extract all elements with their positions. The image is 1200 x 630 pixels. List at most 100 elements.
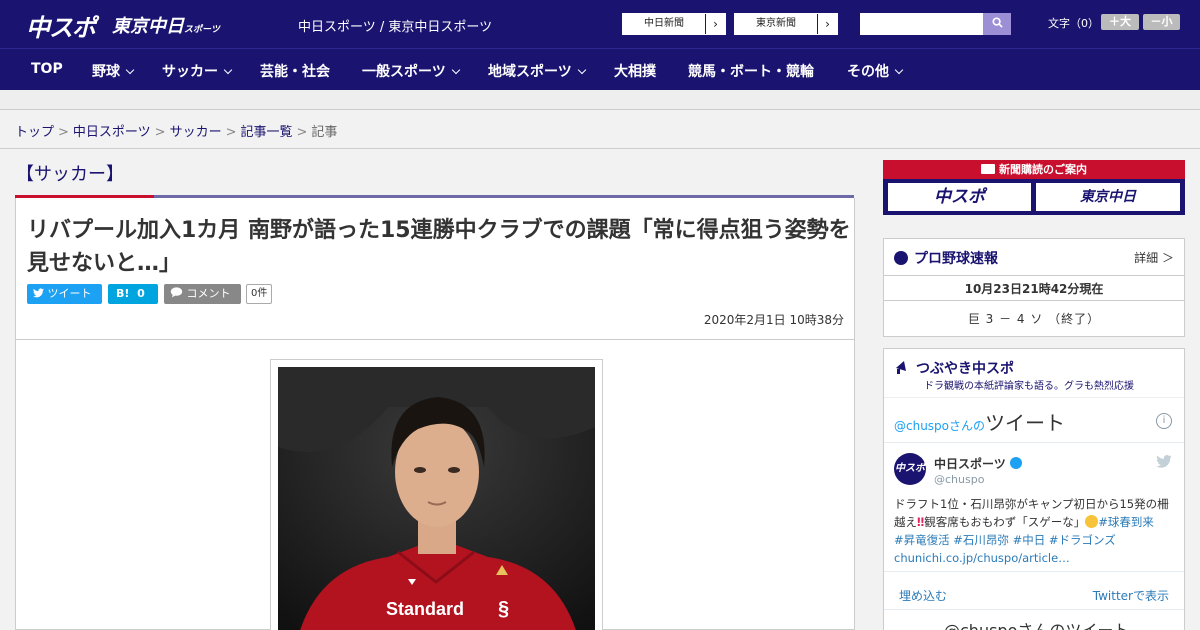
chevron-down-icon xyxy=(125,65,135,75)
divider xyxy=(884,442,1184,443)
publish-date: 2020年2月1日 10時38分 xyxy=(703,313,844,327)
speech-bubble-icon xyxy=(170,287,183,298)
divider xyxy=(884,275,1184,276)
article-photo[interactable]: Standard § xyxy=(278,367,595,630)
promo-tokyo-logo[interactable]: 東京中日 xyxy=(1036,183,1180,211)
divider xyxy=(0,148,1200,149)
divider xyxy=(884,300,1184,301)
comment-count: 0件 xyxy=(246,284,273,304)
category-title: 【サッカー】 xyxy=(16,164,124,185)
comment-label: コメント xyxy=(186,287,231,300)
hatena-bookmark-button[interactable]: B! 0 xyxy=(108,284,158,304)
nav-item-entertainment[interactable]: 芸能・社会 xyxy=(260,61,330,81)
site-link[interactable]: 中日スポーツ / 東京中日スポーツ xyxy=(298,16,492,35)
nav-label: 一般スポーツ xyxy=(362,64,446,80)
info-icon[interactable]: i xyxy=(1156,413,1172,429)
top-bar: 中スポ 東京中日スポーツ 中日スポーツ / 東京中日スポーツ 中日新聞 › 東京… xyxy=(0,0,1200,48)
chuspo-logo[interactable]: 中スポ xyxy=(26,8,96,43)
tokyo-shimbun-label: 東京新聞 xyxy=(756,18,796,29)
tweet-button[interactable]: ツイート xyxy=(27,284,102,304)
search-input[interactable] xyxy=(860,13,983,35)
tweet-account-handle[interactable]: @chuspo xyxy=(934,473,984,486)
baseball-detail-link[interactable]: 詳細 ＞ xyxy=(1134,249,1174,266)
verified-badge-icon xyxy=(1009,457,1022,469)
breadcrumb-chunichi-sports[interactable]: 中日スポーツ xyxy=(73,125,151,140)
baseball-icon xyxy=(894,251,908,265)
chevron-down-icon xyxy=(451,65,460,75)
tsubuyaki-title: つぶやき中スポ xyxy=(894,358,1014,378)
font-size-label: 文字（0） xyxy=(1048,17,1099,30)
nav-item-racing[interactable]: 競馬・ボート・競輪 xyxy=(688,61,814,81)
tsubuyaki-title-text: つぶやき中スポ xyxy=(916,361,1014,377)
tweet-text-part: 観客席もおもわず「スゲーな」 xyxy=(924,515,1086,529)
nav-item-baseball[interactable]: 野球 xyxy=(92,61,135,81)
chevron-down-icon xyxy=(894,65,904,75)
breadcrumb-separator: > xyxy=(225,125,237,140)
svg-text:Standard: Standard xyxy=(386,599,464,619)
avatar[interactable]: 中スポ xyxy=(894,453,926,485)
chunichi-shimbun-button[interactable]: 中日新聞 › xyxy=(622,13,726,35)
tweet-text: ドラフト1位・石川昂弥がキャンプ初日から15発の柵越え‼観客席もおもわず「スゲー… xyxy=(894,495,1179,567)
nav-label: サッカー xyxy=(162,64,218,80)
nav-item-general-sports[interactable]: 一般スポーツ xyxy=(362,61,460,81)
nav-item-other[interactable]: その他 xyxy=(847,61,904,81)
chunichi-shimbun-label: 中日新聞 xyxy=(644,18,684,29)
tokyo-chunichi-logo[interactable]: 東京中日スポーツ xyxy=(112,12,220,38)
nav-label: TOP xyxy=(31,61,63,77)
breadcrumb-top[interactable]: トップ xyxy=(15,125,54,140)
tweet-account-name[interactable]: 中日スポーツ xyxy=(934,455,1022,472)
font-smaller-button[interactable]: －小 xyxy=(1143,14,1180,30)
tweets-prefix[interactable]: @chuspoさんの xyxy=(894,419,985,433)
tsubuyaki-subtitle: ドラ観戦の本紙評論家も語る。グラも熱烈応援 xyxy=(924,381,1134,392)
article-headline: リバプール加入1カ月 南野が語った15連勝中クラブでの課題「常に得点狙う姿勢を見… xyxy=(27,218,851,276)
promo-chuspo-logo[interactable]: 中スポ xyxy=(888,183,1031,211)
nav-label: 地域スポーツ xyxy=(488,64,572,80)
chevron-right-icon: › xyxy=(705,14,725,34)
tokyo-logo-text: 東京中日 xyxy=(112,16,184,37)
subscription-banner[interactable]: 新聞購読のご案内 中スポ 東京中日 xyxy=(883,160,1185,215)
breadcrumb-soccer[interactable]: サッカー xyxy=(170,125,222,140)
tweet-label: ツイート xyxy=(47,287,92,300)
breadcrumb-separator: > xyxy=(154,125,166,140)
twitter-bird-icon xyxy=(33,288,44,298)
newspaper-icon xyxy=(981,164,995,174)
breadcrumb-current: 記事 xyxy=(311,125,338,140)
baseball-score[interactable]: 巨 3 － 4 ソ （終了） xyxy=(884,310,1184,327)
ad-strip xyxy=(0,90,1200,110)
breadcrumb-separator: > xyxy=(296,125,308,140)
nav-item-sumo[interactable]: 大相撲 xyxy=(614,61,656,81)
hashtag-links[interactable]: #昇竜復活 #石川昂弥 #中日 #ドラゴンズ xyxy=(894,533,1116,547)
main-nav: TOP 野球 サッカー 芸能・社会 一般スポーツ 地域スポーツ 大相撲 競馬・ボ… xyxy=(0,48,1200,90)
star-eyes-emoji-icon xyxy=(1085,515,1099,528)
nav-label: 競馬・ボート・競輪 xyxy=(688,64,814,80)
nav-label: 芸能・社会 xyxy=(260,64,330,80)
chevron-right-icon: › xyxy=(817,14,837,34)
tokyo-shimbun-button[interactable]: 東京新聞 › xyxy=(734,13,838,35)
twitter-bird-icon[interactable] xyxy=(1156,455,1172,472)
subscription-title-text: 新聞購読のご案内 xyxy=(999,163,1087,176)
nav-item-soccer[interactable]: サッカー xyxy=(162,61,233,81)
comment-button[interactable]: コメント xyxy=(164,284,241,304)
nav-label: 大相撲 xyxy=(614,64,656,80)
tweets-title: ツイート xyxy=(985,411,1066,435)
player-photo-illustration: Standard § xyxy=(278,367,595,630)
font-bigger-button[interactable]: ＋大 xyxy=(1101,14,1139,30)
breadcrumb-article-list[interactable]: 記事一覧 xyxy=(241,125,293,140)
article-photo-frame: Standard § xyxy=(270,359,603,630)
baseball-scores-widget: プロ野球速報 詳細 ＞ 10月23日21時42分現在 巨 3 － 4 ソ （終了… xyxy=(883,238,1185,337)
search-button[interactable] xyxy=(983,13,1011,35)
search-icon xyxy=(991,17,1003,28)
baseball-title: プロ野球速報 xyxy=(894,248,998,268)
tokyo-logo-small: スポーツ xyxy=(184,25,220,35)
account-name-text: 中日スポーツ xyxy=(934,457,1006,471)
nav-item-top[interactable]: TOP xyxy=(31,61,63,77)
view-on-twitter-link[interactable]: Twitterで表示 xyxy=(1093,587,1169,604)
nav-item-regional-sports[interactable]: 地域スポーツ xyxy=(488,61,586,81)
chevron-down-icon xyxy=(223,65,233,75)
tweets-footer: @chuspoさんのツイート xyxy=(944,617,1129,630)
svg-text:§: § xyxy=(498,598,509,620)
divider xyxy=(884,397,1184,398)
tweet-url-link[interactable]: chunichi.co.jp/chuspo/article… xyxy=(894,551,1070,565)
embed-link[interactable]: 埋め込む xyxy=(899,587,947,604)
hashtag-link[interactable]: #球春到来 xyxy=(1098,515,1154,529)
